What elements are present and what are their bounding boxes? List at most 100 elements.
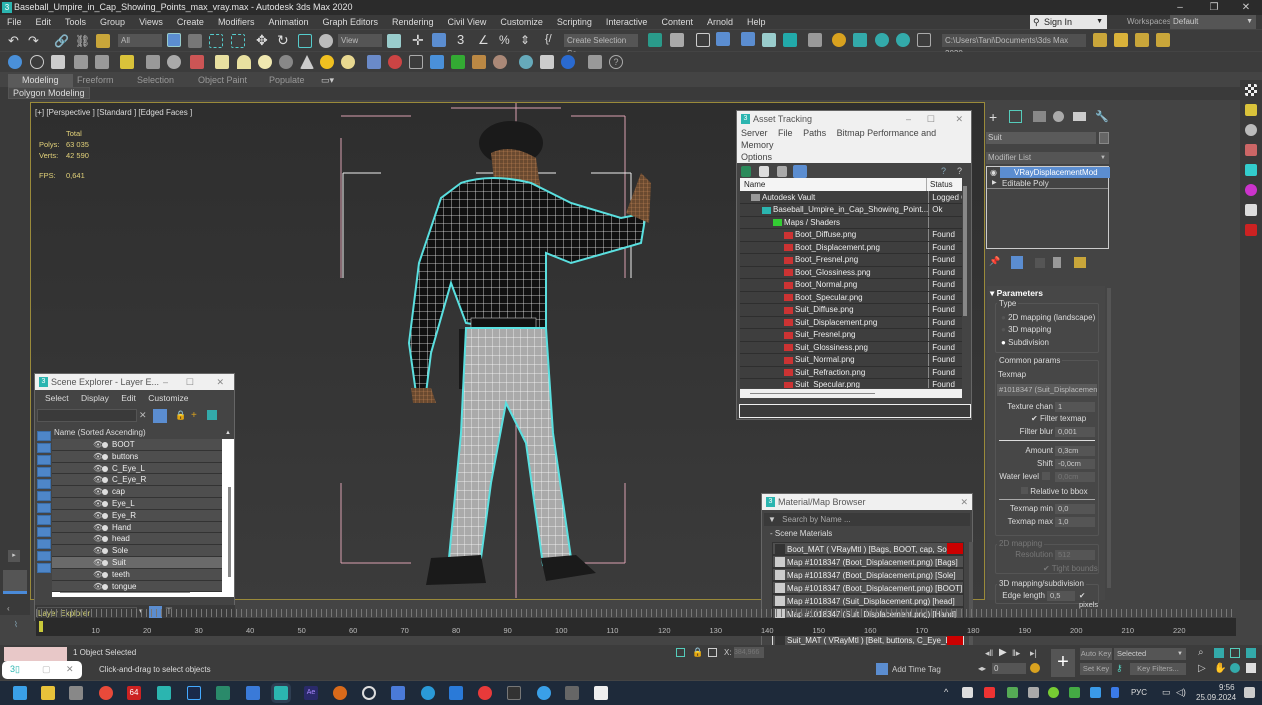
- list-icon[interactable]: [74, 55, 88, 69]
- motion-tab-icon[interactable]: [1053, 111, 1064, 122]
- rendered-frame-window-icon[interactable]: [853, 33, 867, 47]
- menu-select[interactable]: Select: [45, 393, 69, 403]
- shift-spinner[interactable]: -0,0cm: [1055, 459, 1095, 469]
- scene-item[interactable]: 👁 tongue: [52, 580, 222, 593]
- volume-icon[interactable]: ◁): [1176, 687, 1186, 698]
- spinner-snap-icon[interactable]: ⇕: [520, 33, 534, 47]
- photoshop-icon[interactable]: [187, 686, 201, 700]
- scene-item[interactable]: 👁 BOOT: [52, 439, 222, 451]
- asset-row[interactable]: Boot_Glossiness.png Found: [740, 266, 962, 279]
- window-crossing-icon[interactable]: [231, 34, 245, 48]
- clear-search-icon[interactable]: ✕: [139, 410, 147, 421]
- close-button[interactable]: ✕: [1236, 0, 1256, 15]
- menu-tools[interactable]: Tools: [58, 15, 93, 29]
- asset-row[interactable]: Boot_Displacement.png Found: [740, 241, 962, 254]
- undo-icon[interactable]: ↶: [8, 34, 22, 48]
- rect-selection-icon[interactable]: [209, 34, 223, 48]
- language-indicator[interactable]: РУС: [1131, 688, 1147, 697]
- asset-row[interactable]: Boot_Fresnel.png Found: [740, 253, 962, 267]
- minimize-button[interactable]: –: [1170, 0, 1190, 15]
- texture-chan-spinner[interactable]: 1: [1055, 402, 1095, 412]
- asset-row[interactable]: Suit_Displacement.png Found: [740, 316, 962, 329]
- app-icon[interactable]: [216, 686, 230, 700]
- menu-civil-view[interactable]: Civil View: [441, 15, 494, 29]
- isolate-icon[interactable]: [676, 648, 685, 657]
- next-frame-icon[interactable]: ‖▸: [1012, 648, 1020, 659]
- freeze-dot-icon[interactable]: [102, 489, 108, 496]
- filter-bones-icon[interactable]: [37, 527, 51, 537]
- select-manipulate-icon[interactable]: ✛: [412, 33, 426, 47]
- checker-icon[interactable]: [1245, 84, 1257, 96]
- add-time-tag[interactable]: Add Time Tag: [892, 665, 941, 674]
- keyboard-shortcut-toggle-icon[interactable]: [432, 33, 446, 47]
- vray-proxy-icon[interactable]: [409, 55, 423, 69]
- scene-tree-hscroll[interactable]: [60, 592, 190, 593]
- amount-spinner[interactable]: 0,3cm: [1055, 446, 1095, 456]
- create-tab-icon[interactable]: +: [989, 110, 997, 124]
- yandex-icon[interactable]: [478, 686, 492, 700]
- vray-material-icon[interactable]: [1245, 124, 1257, 136]
- named-selection-dropdown[interactable]: Create Selection Se: [564, 34, 638, 58]
- tight-bounds-checkbox[interactable]: ✔ Tight bounds: [1043, 564, 1098, 573]
- display-tab-icon[interactable]: [1073, 112, 1086, 121]
- tray-record-icon[interactable]: [984, 687, 995, 698]
- auto-key-button[interactable]: Auto Key: [1080, 648, 1112, 660]
- vray-scatter-icon[interactable]: [493, 55, 507, 69]
- restore-button[interactable]: ❐: [1204, 0, 1224, 15]
- scene-item[interactable]: 👁 Hand: [52, 521, 222, 534]
- filter-groups-icon[interactable]: [37, 503, 51, 513]
- chrome-icon[interactable]: [99, 686, 113, 700]
- maxscript-listener[interactable]: [4, 647, 67, 661]
- asset-row[interactable]: Suit_Specular.png Found: [740, 378, 962, 388]
- asset-tracking-titlebar[interactable]: 3 Asset Tracking – ☐ ✕: [737, 111, 971, 127]
- tab-object-paint[interactable]: Object Paint: [198, 74, 247, 87]
- move-icon[interactable]: ✥: [256, 33, 270, 47]
- show-end-result-icon[interactable]: [1011, 256, 1023, 269]
- tab-populate[interactable]: Populate: [269, 74, 305, 87]
- vray-camera-icon[interactable]: [190, 55, 204, 69]
- key-mode-dropdown[interactable]: Selected ▼: [1114, 648, 1186, 660]
- reference-coord-dropdown[interactable]: View: [338, 34, 382, 47]
- timeline-collapse-icon[interactable]: ‹: [7, 604, 17, 614]
- network-icon[interactable]: ▭: [1162, 687, 1171, 698]
- filter-cameras-icon[interactable]: [37, 467, 51, 477]
- umpire-model[interactable]: [331, 103, 651, 598]
- time-config-arrows-icon[interactable]: ◂▸: [978, 664, 986, 673]
- close-icon[interactable]: ✕: [66, 664, 74, 675]
- menu-create[interactable]: Create: [170, 15, 211, 29]
- workspace-select[interactable]: Default ▼: [1170, 15, 1256, 29]
- modifier-list-dropdown[interactable]: Modifier List ▼: [986, 152, 1109, 164]
- filter-containers-icon[interactable]: [37, 539, 51, 549]
- freeze-dot-icon[interactable]: [102, 524, 108, 531]
- freeze-dot-icon[interactable]: [102, 477, 108, 484]
- scene-item[interactable]: 👁 Sole: [52, 545, 222, 557]
- freeze-dot-icon[interactable]: [102, 453, 108, 460]
- asset-row[interactable]: Autodesk Vault Logged O: [740, 191, 962, 204]
- material-search-input[interactable]: Search by Name ...: [782, 515, 850, 524]
- tray-network-icon[interactable]: [1007, 687, 1018, 698]
- play-icon[interactable]: ▶: [999, 647, 1007, 658]
- expand-icon[interactable]: ▶: [992, 178, 997, 189]
- tray-nvidia-icon[interactable]: [1069, 687, 1080, 698]
- go-to-end-icon[interactable]: ▸|: [1030, 648, 1037, 659]
- water-level-checkbox[interactable]: [1042, 472, 1050, 480]
- clock-time[interactable]: 9:56: [1219, 683, 1235, 692]
- align-icon[interactable]: [670, 33, 684, 47]
- pivot-center-icon[interactable]: [387, 34, 401, 48]
- selection-filter-dropdown[interactable]: All: [118, 34, 162, 47]
- freeze-dot-icon[interactable]: [102, 571, 108, 578]
- search-options-icon[interactable]: ▼: [768, 515, 776, 524]
- maximize-viewport-icon[interactable]: [1246, 663, 1256, 673]
- edge-icon[interactable]: [421, 686, 435, 700]
- taskbar-thumbnail-popup[interactable]: 3▯ ▢ ✕: [2, 661, 82, 679]
- expand-icon[interactable]: ▸: [8, 550, 20, 562]
- toggle-ribbon-icon[interactable]: [741, 32, 755, 46]
- close-button[interactable]: ✕: [960, 494, 968, 510]
- time-configuration-icon[interactable]: [1030, 663, 1040, 673]
- parameters-header[interactable]: ▾ Parameters: [990, 288, 1043, 299]
- notepad-icon[interactable]: [246, 686, 260, 700]
- edit-named-selection-icon[interactable]: {/: [545, 33, 559, 47]
- scale-icon[interactable]: [298, 34, 312, 48]
- vray-ies-icon[interactable]: [341, 55, 355, 69]
- vray-box-icon[interactable]: [1245, 204, 1257, 216]
